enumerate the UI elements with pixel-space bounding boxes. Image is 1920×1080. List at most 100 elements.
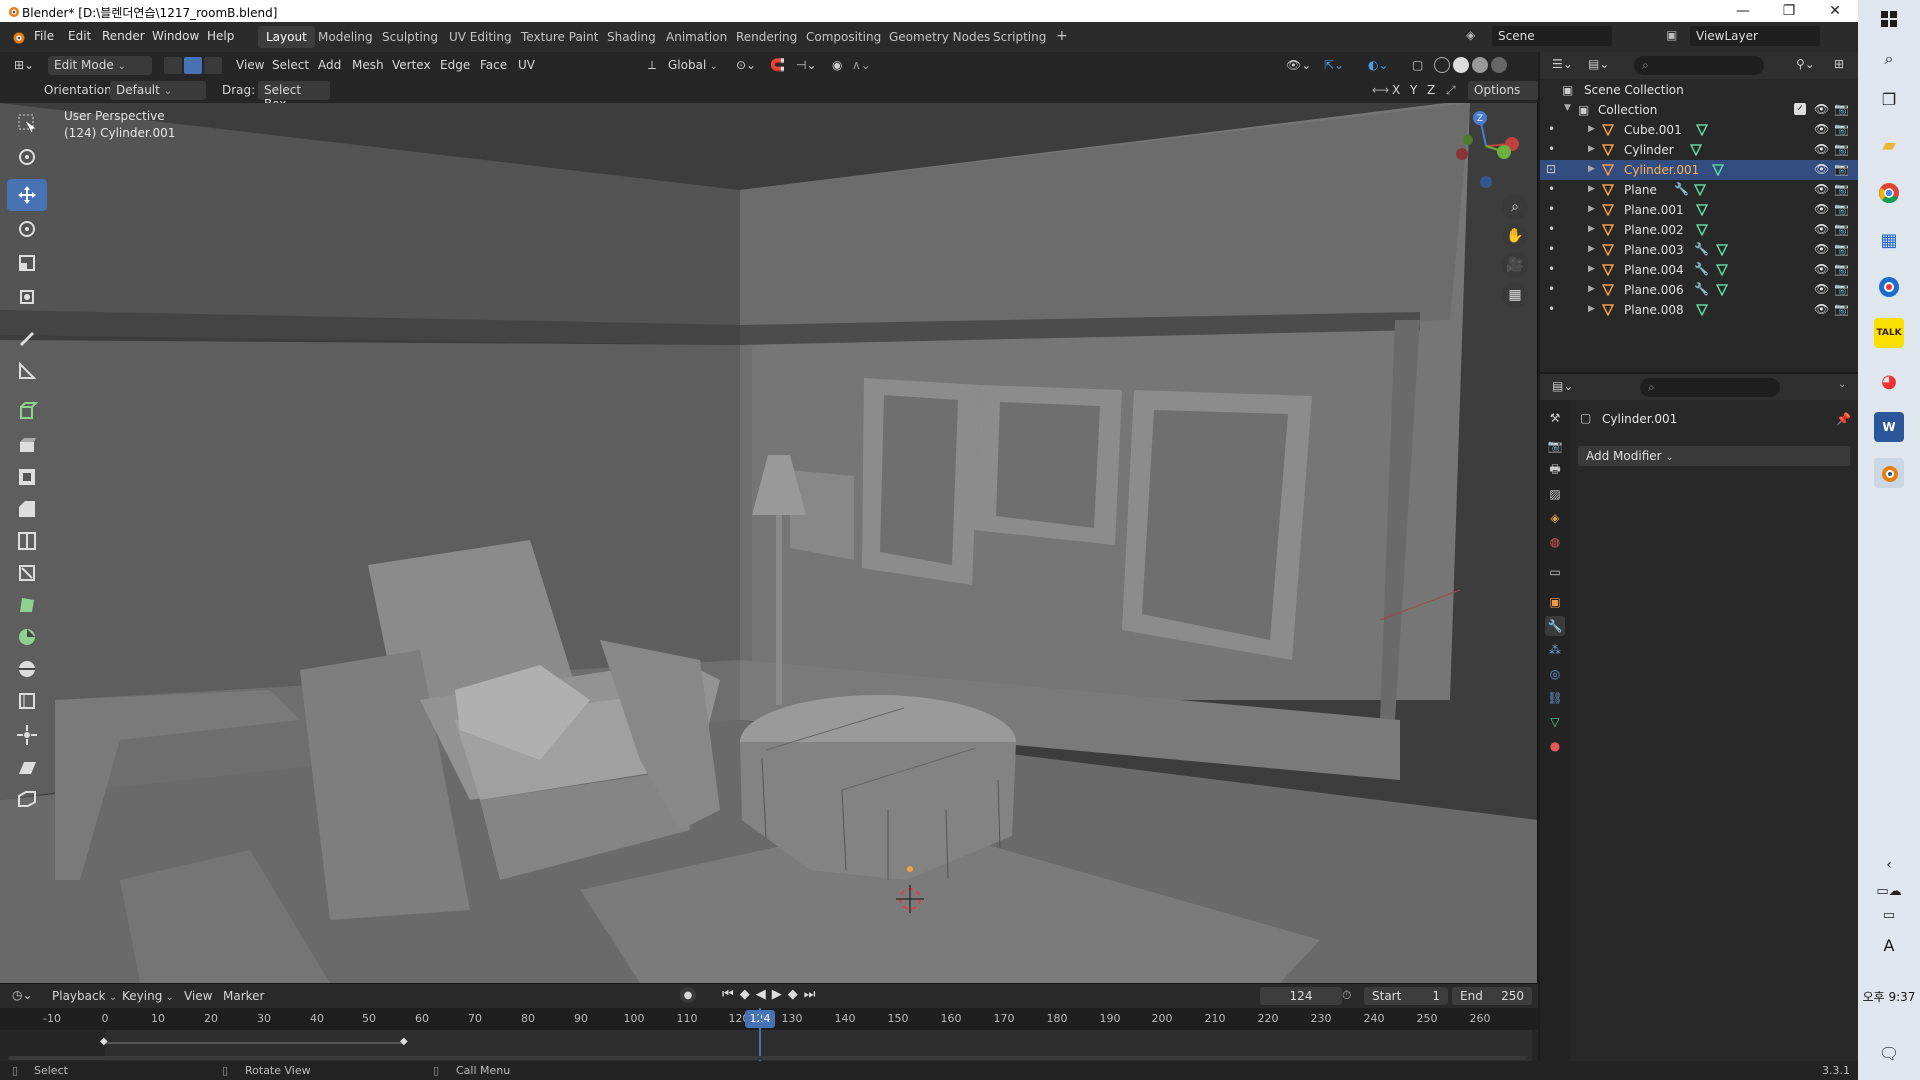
jump-keyframe-forward-icon[interactable]: ◆: [788, 987, 798, 1002]
render-icon[interactable]: 📷: [1834, 222, 1849, 236]
outliner-row-plane-001[interactable]: • ▶ Plane.001 👁 📷: [1540, 200, 1858, 220]
render-icon[interactable]: 📷: [1834, 262, 1849, 276]
tool-properties-icon[interactable]: ⚒: [1545, 408, 1565, 428]
rotate-tool[interactable]: [7, 213, 47, 245]
gizmo-neg-z-axis[interactable]: [1480, 176, 1492, 188]
timeline-ruler[interactable]: -10 0 10 20 30 40 50 60 70 80 90 100 110…: [0, 1008, 1538, 1030]
tray-display-icon[interactable]: ▭: [1874, 900, 1904, 930]
visibility-icon[interactable]: 👁: [1814, 162, 1829, 176]
preview-range-icon[interactable]: ⏱: [1342, 988, 1351, 1003]
expand-icon[interactable]: ▶: [1588, 164, 1595, 174]
expand-icon[interactable]: ▶: [1588, 264, 1595, 274]
outliner-row-cylinder[interactable]: • ▶ Cylinder 👁 📷: [1540, 140, 1858, 160]
windows-start-icon[interactable]: [1874, 4, 1904, 34]
chrome-icon[interactable]: [1874, 178, 1904, 208]
outliner-row-plane-003[interactable]: • ▶ Plane.003 🔧 👁 📷: [1540, 240, 1858, 260]
options-dropdown[interactable]: Options: [1468, 81, 1538, 100]
snap-icon[interactable]: 🧲: [764, 56, 791, 75]
collection-enabled-checkbox[interactable]: ✓: [1794, 103, 1806, 115]
annotate-tool[interactable]: [7, 321, 47, 353]
expand-icon[interactable]: ▶: [1588, 284, 1595, 294]
pivot-point-icon[interactable]: ⊙⌄: [730, 56, 762, 75]
menu-vertex[interactable]: Vertex: [386, 56, 437, 75]
tab-modeling[interactable]: Modeling: [310, 26, 381, 48]
transform-tool[interactable]: [7, 281, 47, 313]
inset-tool[interactable]: [7, 461, 47, 493]
solid-shading-icon[interactable]: [1453, 57, 1469, 73]
add-modifier-dropdown[interactable]: Add Modifier: [1578, 446, 1850, 466]
visibility-icon[interactable]: 👁: [1814, 122, 1829, 136]
properties-options-icon[interactable]: ⌄: [1838, 379, 1846, 390]
graphics-app-icon[interactable]: ◕: [1874, 366, 1904, 396]
gizmo-neg-x-axis[interactable]: [1456, 148, 1468, 160]
expand-icon[interactable]: ▶: [1588, 304, 1595, 314]
data-properties-icon[interactable]: ▽: [1545, 712, 1565, 732]
render-properties-icon[interactable]: 📷: [1545, 436, 1565, 456]
expand-icon[interactable]: ▶: [1588, 244, 1595, 254]
material-shading-icon[interactable]: [1472, 57, 1488, 73]
render-icon[interactable]: 📷: [1834, 202, 1849, 216]
outliner-editor-type-icon[interactable]: ☰⌄: [1552, 57, 1573, 71]
visibility-icon[interactable]: 👁⌄: [1280, 56, 1317, 75]
edit-mode-icon[interactable]: ⊡: [1546, 162, 1556, 176]
material-properties-icon[interactable]: ●: [1545, 736, 1565, 756]
expand-icon[interactable]: ▶: [1588, 204, 1595, 214]
extrude-tool[interactable]: [7, 429, 47, 461]
collection-properties-icon[interactable]: ▭: [1545, 562, 1565, 582]
outliner-search-input[interactable]: ⌕: [1634, 56, 1764, 75]
add-cube-tool[interactable]: [7, 395, 47, 427]
falloff-icon[interactable]: ∧⌄: [846, 56, 877, 75]
navigation-gizmo[interactable]: Z: [1448, 108, 1524, 190]
world-properties-icon[interactable]: ◍: [1545, 532, 1565, 552]
visibility-icon[interactable]: 👁: [1814, 242, 1829, 256]
timeline-scrollbar[interactable]: [8, 1056, 1526, 1060]
taskbar-search-icon[interactable]: ⌕: [1874, 44, 1904, 74]
overlay-icon[interactable]: ◐⌄: [1362, 56, 1395, 75]
render-icon[interactable]: 📷: [1834, 242, 1849, 256]
outliner-row-plane[interactable]: • ▶ Plane 🔧 👁 📷: [1540, 180, 1858, 200]
visibility-icon[interactable]: 👁: [1814, 182, 1829, 196]
visibility-icon[interactable]: 👁: [1814, 302, 1829, 316]
render-icon[interactable]: 📷: [1834, 142, 1849, 156]
zoom-view-icon[interactable]: ⌕: [1502, 194, 1528, 220]
pin-icon[interactable]: 📌: [1836, 412, 1851, 426]
kakaotalk-icon[interactable]: TALK: [1874, 318, 1904, 348]
poly-build-tool[interactable]: [7, 589, 47, 621]
current-frame-field[interactable]: 124: [1260, 987, 1342, 1005]
end-frame-field[interactable]: End 250: [1452, 987, 1532, 1005]
play-reverse-icon[interactable]: ◀: [756, 987, 766, 1002]
outliner-row-plane-006[interactable]: • ▶ Plane.006 🔧 👁 📷: [1540, 280, 1858, 300]
close-button[interactable]: ✕: [1812, 0, 1858, 22]
new-collection-icon[interactable]: ⊞: [1834, 57, 1844, 71]
menu-help[interactable]: Help: [207, 29, 234, 43]
outliner-row-plane-004[interactable]: • ▶ Plane.004 🔧 👁 📷: [1540, 260, 1858, 280]
shrink-fatten-tool[interactable]: [7, 719, 47, 751]
minimize-button[interactable]: —: [1720, 0, 1766, 22]
taskbar-clock[interactable]: 오후 9:37: [1858, 988, 1920, 1005]
blender-menu-icon[interactable]: [10, 29, 26, 45]
xray-icon[interactable]: ▢: [1406, 56, 1429, 75]
maximize-button[interactable]: ❐: [1766, 0, 1812, 22]
rip-region-tool[interactable]: [7, 783, 47, 815]
display-mode-icon[interactable]: ▤⌄: [1588, 57, 1609, 71]
blender-taskbar-icon[interactable]: [1874, 458, 1904, 488]
tab-texture-paint[interactable]: Texture Paint: [513, 26, 606, 48]
notification-icon[interactable]: 🗨: [1874, 1038, 1904, 1068]
tab-rendering[interactable]: Rendering: [728, 26, 805, 48]
measure-tool[interactable]: [7, 355, 47, 387]
tab-animation[interactable]: Animation: [658, 26, 735, 48]
gizmo-icon[interactable]: ⇱⌄: [1318, 56, 1350, 75]
jump-start-icon[interactable]: ⏮: [722, 987, 734, 1002]
cursor-tool[interactable]: [7, 141, 47, 173]
shear-tool[interactable]: [7, 751, 47, 783]
menu-uv[interactable]: UV: [512, 56, 541, 75]
scale-tool[interactable]: [7, 247, 47, 279]
record-icon[interactable]: ●: [680, 987, 696, 1003]
tab-shading[interactable]: Shading: [599, 26, 664, 48]
transform-orientation-dropdown[interactable]: Global: [662, 56, 724, 75]
collection-render-icon[interactable]: 📷: [1834, 102, 1849, 116]
scene-properties-icon[interactable]: ◈: [1545, 508, 1565, 528]
pan-view-icon[interactable]: ✋: [1502, 223, 1528, 249]
start-frame-field[interactable]: Start 1: [1364, 987, 1448, 1005]
constraints-properties-icon[interactable]: ⛓: [1545, 688, 1565, 708]
